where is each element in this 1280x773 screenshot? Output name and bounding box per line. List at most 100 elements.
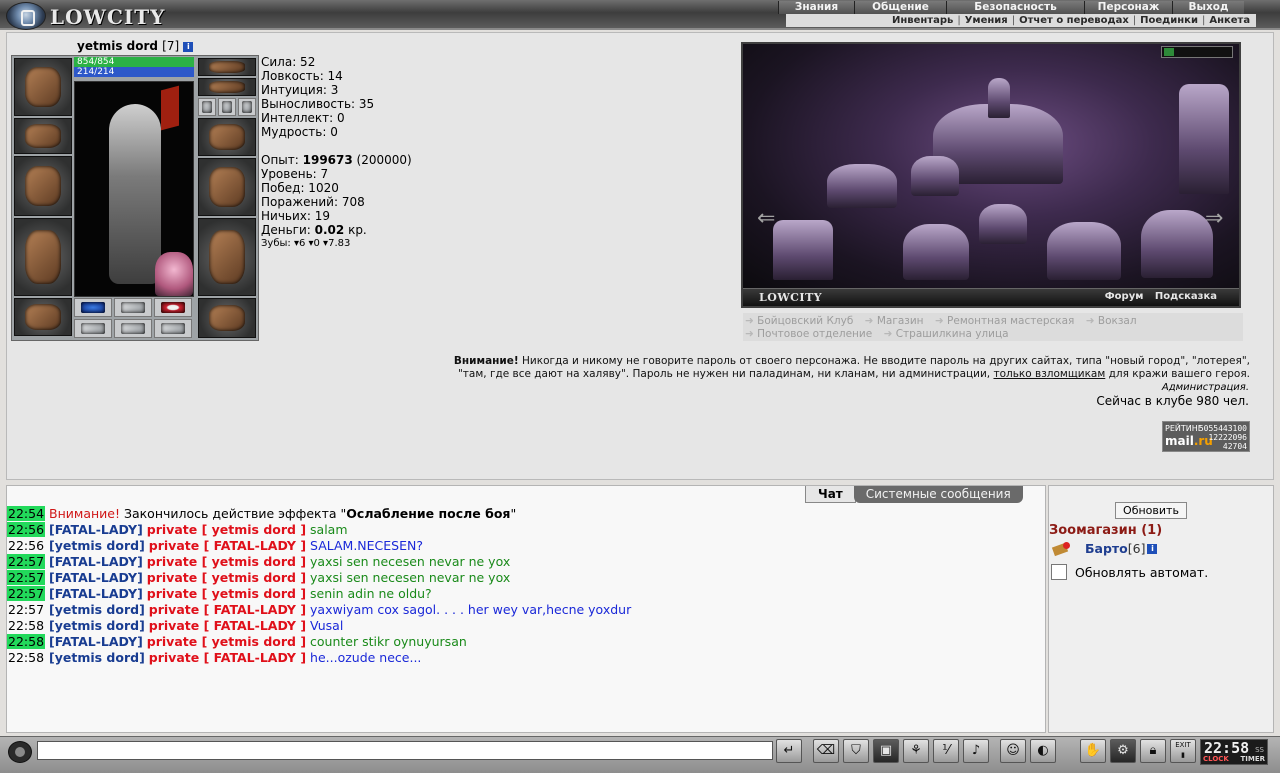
- building-left[interactable]: [773, 220, 833, 280]
- tab-system-messages[interactable]: Системные сообщения: [853, 486, 1023, 503]
- message-sender[interactable]: [yetmis dord]: [49, 602, 145, 617]
- message-sender[interactable]: [FATAL-LADY]: [49, 570, 143, 585]
- message-private-to[interactable]: private [ FATAL-LADY ]: [149, 602, 306, 617]
- message-sender[interactable]: [FATAL-LADY]: [49, 634, 143, 649]
- pocket-slot-1[interactable]: [74, 319, 112, 338]
- building-center[interactable]: [903, 224, 969, 280]
- message-private-to[interactable]: private [ yetmis dord ]: [147, 570, 306, 585]
- menu-communication[interactable]: Общение: [854, 1, 946, 14]
- submenu-inventory[interactable]: Инвентарь: [892, 15, 953, 26]
- pocket-slot-3[interactable]: [154, 319, 192, 338]
- message-private-to[interactable]: private [ FATAL-LADY ]: [149, 538, 306, 553]
- message-time[interactable]: 22:58: [7, 650, 45, 665]
- goto-post[interactable]: Почтовое отделение: [757, 328, 872, 340]
- bracer-slot[interactable]: [14, 118, 72, 154]
- earrings-slot[interactable]: [198, 58, 256, 76]
- building-right[interactable]: [1047, 222, 1121, 280]
- weapon-slot[interactable]: [14, 156, 72, 216]
- helmet-slot[interactable]: [14, 58, 72, 116]
- speaker-icon[interactable]: [8, 741, 32, 763]
- menu-exit[interactable]: Выход: [1172, 1, 1244, 14]
- eraser-icon[interactable]: ⌫: [813, 739, 839, 763]
- message-time[interactable]: 22:58: [7, 618, 45, 633]
- message-sender[interactable]: [yetmis dord]: [49, 538, 145, 553]
- goto-station[interactable]: Вокзал: [1098, 315, 1137, 327]
- character-name[interactable]: yetmis dord: [77, 39, 158, 53]
- refresh-button[interactable]: Обновить: [1115, 502, 1187, 519]
- message-time[interactable]: 22:57: [7, 586, 46, 601]
- goto-fight-club[interactable]: Бойцовский Клуб: [757, 315, 853, 327]
- rune-slot-empty[interactable]: [114, 298, 152, 317]
- building-small[interactable]: [911, 156, 959, 196]
- legs-slot[interactable]: [198, 218, 256, 296]
- lock-icon[interactable]: 🔒︎: [1140, 739, 1166, 763]
- info-icon[interactable]: i: [1147, 543, 1158, 554]
- message-time[interactable]: 22:57: [7, 602, 45, 617]
- message-time[interactable]: 22:57: [7, 570, 46, 585]
- gloves-slot[interactable]: [198, 118, 256, 156]
- hand-icon[interactable]: ✋: [1080, 739, 1106, 763]
- message-private-to[interactable]: private [ yetmis dord ]: [147, 586, 306, 601]
- message-time[interactable]: 22:56: [7, 522, 46, 537]
- message-private-to[interactable]: private [ yetmis dord ]: [147, 554, 306, 569]
- filter-icon[interactable]: ⛉: [843, 739, 869, 763]
- message-sender[interactable]: [yetmis dord]: [49, 650, 145, 665]
- menu-knowledge[interactable]: Знания: [778, 1, 854, 14]
- submenu-transfers[interactable]: Отчет о переводах: [1019, 15, 1129, 26]
- message-time[interactable]: 22:54: [7, 506, 46, 521]
- save-icon[interactable]: ▣: [873, 739, 899, 763]
- goto-shop[interactable]: Магазин: [877, 315, 924, 327]
- menu-character[interactable]: Персонаж: [1084, 1, 1172, 14]
- armor-slot[interactable]: [14, 218, 72, 296]
- trap-icon[interactable]: ◐: [1030, 739, 1056, 763]
- belt-slot[interactable]: [14, 298, 72, 336]
- pet-icon[interactable]: [155, 252, 193, 296]
- auto-refresh-checkbox[interactable]: [1051, 564, 1067, 580]
- submenu-duels[interactable]: Поединки: [1140, 15, 1198, 26]
- exit-icon[interactable]: EXIT ▮: [1170, 739, 1196, 763]
- clock-button[interactable]: CLOCK: [1203, 755, 1229, 763]
- ring-slot-2[interactable]: [218, 98, 236, 116]
- hint-link[interactable]: Подсказка: [1155, 291, 1217, 302]
- message-private-to[interactable]: private [ yetmis dord ]: [147, 634, 306, 649]
- submenu-profile[interactable]: Анкета: [1209, 15, 1250, 26]
- message-time[interactable]: 22:57: [7, 554, 46, 569]
- message-sender[interactable]: [FATAL-LADY]: [49, 554, 143, 569]
- rating-counter[interactable]: РЕЙТИНГ mail.ru 5055443100 12222096 4270…: [1162, 421, 1250, 452]
- private-message-icon[interactable]: [1051, 541, 1073, 556]
- dance-icon[interactable]: ⚘: [903, 739, 929, 763]
- message-time[interactable]: 22:58: [7, 634, 46, 649]
- submenu-skills[interactable]: Умения: [965, 15, 1008, 26]
- building-far-right[interactable]: [1141, 210, 1213, 278]
- timer-button[interactable]: TIMER: [1240, 755, 1265, 763]
- room-user-name[interactable]: Барто: [1085, 541, 1128, 556]
- boots-slot[interactable]: [198, 298, 256, 338]
- ring-slot-1[interactable]: [198, 98, 216, 116]
- goto-scary-street[interactable]: Страшилкина улица: [896, 328, 1009, 340]
- rune-slot-red[interactable]: [154, 298, 192, 317]
- smiley-icon[interactable]: ☺: [1000, 739, 1026, 763]
- pocket-slot-2[interactable]: [114, 319, 152, 338]
- goto-repair[interactable]: Ремонтная мастерская: [947, 315, 1074, 327]
- arrow-right-icon[interactable]: ⇒: [1205, 206, 1223, 231]
- arrow-left-icon[interactable]: ⇐: [757, 206, 775, 231]
- info-icon[interactable]: i: [183, 42, 194, 52]
- shield-slot[interactable]: [198, 158, 256, 216]
- gear-icon[interactable]: ⚙: [1110, 739, 1136, 763]
- message-private-to[interactable]: private [ FATAL-LADY ]: [149, 618, 306, 633]
- chat-input[interactable]: [37, 741, 773, 760]
- menu-security[interactable]: Безопасность: [946, 1, 1084, 14]
- building-orb[interactable]: [979, 204, 1027, 244]
- ring-slot-3[interactable]: [238, 98, 256, 116]
- sound-icon[interactable]: ♪: [963, 739, 989, 763]
- warning-link[interactable]: только взломщикам: [993, 368, 1105, 380]
- message-time[interactable]: 22:56: [7, 538, 45, 553]
- forum-link[interactable]: Форум: [1105, 291, 1144, 302]
- message-sender[interactable]: [FATAL-LADY]: [49, 522, 143, 537]
- send-arrow-icon[interactable]: ↵: [776, 739, 802, 763]
- rune-slot-blue[interactable]: [74, 298, 112, 317]
- message-sender[interactable]: [yetmis dord]: [49, 618, 145, 633]
- message-sender[interactable]: [FATAL-LADY]: [49, 586, 143, 601]
- character-portrait[interactable]: [74, 81, 194, 297]
- message-private-to[interactable]: private [ yetmis dord ]: [147, 522, 306, 537]
